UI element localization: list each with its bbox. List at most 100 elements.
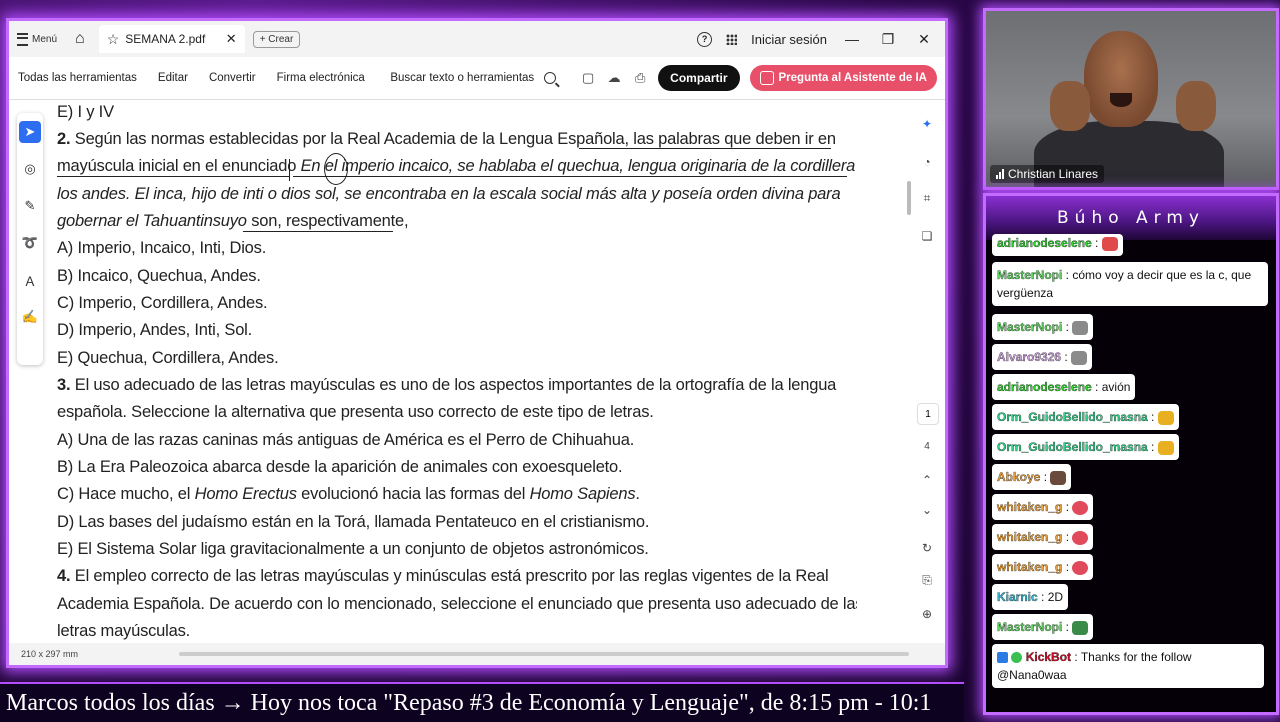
question-number: 3. bbox=[57, 376, 71, 394]
chat-username: MasterNopi bbox=[997, 268, 1063, 282]
tool-convert[interactable]: Convertir bbox=[209, 72, 256, 84]
tool-edit[interactable]: Editar bbox=[158, 72, 188, 84]
chat-username: whitaken_g bbox=[997, 560, 1063, 574]
left-tool-rail: ➤ ◎ ✎ ➰ Ａ ✍ bbox=[17, 113, 43, 365]
comments-icon[interactable]: ◔ bbox=[918, 153, 936, 171]
minimize-icon[interactable]: — bbox=[841, 31, 863, 47]
doc-text: . bbox=[635, 485, 640, 503]
chat-username: adrianodeselene bbox=[997, 236, 1092, 250]
hamburger-icon bbox=[17, 32, 28, 46]
presenter-head bbox=[1084, 31, 1158, 127]
restore-icon[interactable]: ❐ bbox=[877, 31, 899, 48]
lasso-icon[interactable]: ➰ bbox=[19, 232, 41, 254]
chat-message: whitaken_g : bbox=[992, 554, 1094, 580]
chat-username: Kiarnic bbox=[997, 590, 1038, 604]
doc-text: evolucionó hacia las formas del bbox=[301, 485, 526, 503]
chat-username: whitaken_g bbox=[997, 530, 1063, 544]
chat-username: MasterNopi bbox=[997, 320, 1063, 334]
signin-button[interactable]: Iniciar sesión bbox=[751, 32, 827, 47]
option-c: C) Imperio, Cordillera, Andes. bbox=[57, 294, 268, 312]
ai-summary-icon[interactable]: ✦ bbox=[918, 115, 936, 133]
bookmark-icon[interactable]: ⌗ bbox=[918, 189, 936, 207]
share-button[interactable]: Compartir bbox=[658, 65, 740, 91]
chat-username: MasterNopi bbox=[997, 620, 1063, 634]
close-window-icon[interactable]: ✕ bbox=[913, 31, 935, 48]
doc-text-italic: En el imperio incaico, se hablaba el que… bbox=[300, 157, 857, 175]
tool-all-tools[interactable]: Todas las herramientas bbox=[18, 72, 137, 84]
page-size: 210 x 297 mm bbox=[21, 649, 79, 659]
current-page[interactable]: 1 bbox=[917, 403, 939, 425]
ai-assistant-button[interactable]: Pregunta al Asistente de IA bbox=[749, 65, 937, 91]
doc-line: Academia Española. De acuerdo con lo men… bbox=[57, 595, 857, 613]
doc-line: mayúscula inicial en el enunciado En el … bbox=[57, 157, 857, 176]
ink-circle bbox=[324, 153, 348, 185]
close-tab-icon[interactable]: ✕ bbox=[226, 31, 237, 47]
signature-icon[interactable]: ✍ bbox=[19, 306, 41, 328]
option-c: C) Hace mucho, el Homo Erectus evolucion… bbox=[57, 485, 640, 504]
pen-icon[interactable]: ✎ bbox=[19, 195, 41, 217]
question-number: 4. bbox=[57, 567, 71, 585]
menu-button[interactable]: Menú bbox=[17, 32, 57, 46]
chat-message: whitaken_g : bbox=[992, 524, 1094, 550]
doc-line: 4. El empleo correcto de las letras mayú… bbox=[57, 567, 829, 586]
doc-line: española. Seleccione la alternativa que … bbox=[57, 403, 654, 421]
doc-line: los andes. El inca, hijo de inti o dios … bbox=[57, 185, 841, 203]
ai-assistant-icon bbox=[759, 71, 774, 85]
tool-esign[interactable]: Firma electrónica bbox=[277, 72, 365, 84]
participant-name: Christian Linares bbox=[1008, 167, 1099, 181]
search-tools-label[interactable]: Buscar texto o herramientas bbox=[390, 72, 534, 84]
option-d: D) Imperio, Andes, Inti, Sol. bbox=[57, 321, 253, 339]
comment-icon[interactable]: ◎ bbox=[19, 158, 41, 180]
ink-underline bbox=[57, 176, 289, 177]
doc-text: El uso adecuado de las letras mayúsculas… bbox=[74, 376, 837, 394]
chevron-up-icon[interactable]: ⌃ bbox=[918, 471, 936, 489]
total-pages: 4 bbox=[924, 440, 930, 452]
cat-emote-icon bbox=[1072, 320, 1089, 335]
doc-line: 2. Según las normas establecidas por la … bbox=[57, 130, 836, 149]
star-icon[interactable]: ☆ bbox=[107, 31, 120, 48]
title-bar: Menú ⌂ ☆ SEMANA 2.pdf ✕ + Crear ? Inicia… bbox=[9, 21, 945, 57]
emote-icon bbox=[1072, 560, 1089, 575]
emote-icon bbox=[1101, 236, 1118, 251]
print-icon[interactable]: ⎙ bbox=[632, 70, 648, 86]
document-tab[interactable]: ☆ SEMANA 2.pdf ✕ bbox=[98, 25, 245, 53]
text-select-icon[interactable]: Ａ bbox=[19, 269, 41, 291]
chat-message: Alvaro9326 : bbox=[992, 344, 1093, 370]
chat-text: avión bbox=[1101, 380, 1131, 394]
vertical-scrollbar[interactable] bbox=[907, 181, 911, 215]
chat-username: Abkoye bbox=[997, 470, 1041, 484]
pages-icon[interactable]: ❏ bbox=[918, 227, 936, 245]
chat-message: adrianodeselene : bbox=[992, 234, 1123, 256]
option-d: D) Las bases del judaísmo están en la To… bbox=[57, 513, 650, 531]
upload-cloud-icon[interactable]: ☁ bbox=[606, 70, 622, 86]
apps-grid-icon[interactable] bbox=[726, 33, 738, 45]
chat-username: Alvaro9326 bbox=[997, 350, 1062, 364]
zoom-in-icon[interactable]: ⊕ bbox=[918, 605, 936, 623]
doc-text: Según las normas establecidas por la Rea… bbox=[74, 130, 836, 148]
doc-text-italic: Homo Erectus bbox=[194, 485, 297, 503]
pdf-page: E) I y IV 2. Según las normas establecid… bbox=[57, 101, 857, 646]
presenter-hand bbox=[1050, 81, 1090, 131]
option-a: A) Una de las razas caninas más antiguas… bbox=[57, 431, 635, 449]
chat-message: Orm_GuidoBellido_masna : bbox=[992, 434, 1179, 460]
save-icon[interactable]: ▢ bbox=[580, 70, 596, 86]
search-icon[interactable] bbox=[544, 72, 557, 84]
doc-text: son, respectivamente, bbox=[251, 212, 409, 230]
doc-text: mayúscula inicial en el enunciado bbox=[57, 157, 297, 175]
chevron-down-icon[interactable]: ⌄ bbox=[918, 501, 936, 519]
doc-text: C) Hace mucho, el bbox=[57, 485, 191, 503]
select-cursor-icon[interactable]: ➤ bbox=[19, 121, 41, 143]
option-b: B) La Era Paleozoica abarca desde la apa… bbox=[57, 458, 623, 476]
participant-label: Christian Linares bbox=[990, 165, 1105, 183]
option-a: A) Imperio, Incaico, Inti, Dios. bbox=[57, 239, 267, 257]
chat-message: adrianodeselene : avión bbox=[992, 374, 1136, 400]
chat-message: MasterNopi : cómo voy a decir que es la … bbox=[992, 262, 1268, 306]
refresh-icon[interactable]: ↻ bbox=[918, 539, 936, 557]
horizontal-scrollbar[interactable] bbox=[179, 652, 909, 656]
help-icon[interactable]: ? bbox=[697, 31, 713, 47]
doc-line: gobernar el Tahuantinsuyo son, respectiv… bbox=[57, 212, 409, 231]
create-button[interactable]: + Crear bbox=[252, 30, 301, 48]
home-icon[interactable]: ⌂ bbox=[75, 30, 85, 48]
extract-icon[interactable]: ⎘ bbox=[918, 571, 936, 589]
option-e: E) Quechua, Cordillera, Andes. bbox=[57, 349, 279, 367]
